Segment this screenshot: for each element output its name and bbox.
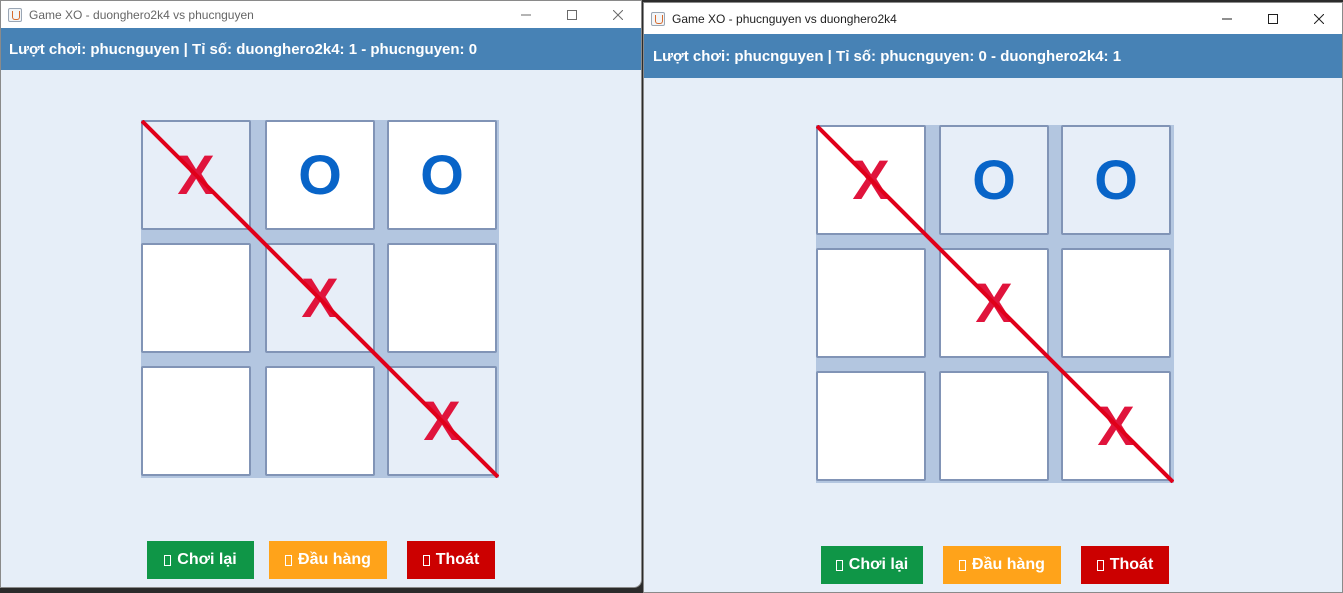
board-cell[interactable] [141, 366, 251, 476]
close-icon[interactable] [595, 1, 641, 28]
exit-label: Thoát [435, 551, 480, 568]
exit-button[interactable]: Thoát [407, 541, 495, 579]
missing-glyph-icon [1096, 559, 1104, 571]
board-cell[interactable]: X [816, 125, 926, 235]
turn-score-status: Lượt chơi: phucnguyen | Tỉ số: duonghero… [1, 28, 641, 70]
game-board: X O O X X [141, 120, 499, 478]
missing-glyph-icon [959, 559, 967, 571]
game-window-right: Game XO - phucnguyen vs duonghero2k4 Lượ… [643, 2, 1343, 593]
board-cell[interactable]: X [1061, 371, 1171, 481]
board-cell[interactable] [141, 243, 251, 353]
exit-label: Thoát [1109, 556, 1154, 573]
board-cell[interactable]: O [1061, 125, 1171, 235]
title-bar[interactable]: Game XO - phucnguyen vs duonghero2k4 [644, 3, 1342, 34]
surrender-button[interactable]: Đầu hàng [943, 546, 1061, 584]
board-cell[interactable] [1061, 248, 1171, 358]
window-controls [1204, 3, 1342, 34]
window-title: Game XO - duonghero2k4 vs phucnguyen [29, 7, 254, 22]
missing-glyph-icon [285, 554, 293, 566]
turn-score-status: Lượt chơi: phucnguyen | Tỉ số: phucnguye… [644, 34, 1342, 78]
game-board: X O O X X [816, 125, 1174, 483]
board-cell[interactable]: O [939, 125, 1049, 235]
board-cell[interactable]: O [387, 120, 497, 230]
maximize-icon[interactable] [1250, 3, 1296, 34]
board-cell[interactable]: X [387, 366, 497, 476]
play-again-label: Chơi lại [177, 551, 237, 568]
title-bar[interactable]: Game XO - duonghero2k4 vs phucnguyen [1, 1, 641, 28]
play-again-button[interactable]: Chơi lại [821, 546, 923, 584]
board-cell[interactable] [265, 366, 375, 476]
board-cell[interactable]: X [265, 243, 375, 353]
surrender-label: Đầu hàng [972, 556, 1045, 573]
play-again-label: Chơi lại [848, 556, 909, 573]
play-again-button[interactable]: Chơi lại [147, 541, 254, 579]
close-icon[interactable] [1296, 3, 1342, 34]
board-cell[interactable] [816, 248, 926, 358]
game-window-left: Game XO - duonghero2k4 vs phucnguyen Lượ… [0, 0, 642, 588]
window-controls [503, 1, 641, 28]
surrender-button[interactable]: Đầu hàng [269, 541, 387, 579]
java-icon [8, 7, 22, 22]
board-cell[interactable] [939, 371, 1049, 481]
window-title: Game XO - phucnguyen vs duonghero2k4 [672, 11, 897, 26]
missing-glyph-icon [422, 554, 430, 566]
java-icon [651, 11, 665, 26]
missing-glyph-icon [164, 554, 172, 566]
minimize-icon[interactable] [503, 1, 549, 28]
board-cell[interactable]: X [939, 248, 1049, 358]
board-cell[interactable]: O [265, 120, 375, 230]
surrender-label: Đầu hàng [298, 551, 371, 568]
board-cell[interactable] [387, 243, 497, 353]
board-cell[interactable] [816, 371, 926, 481]
maximize-icon[interactable] [549, 1, 595, 28]
minimize-icon[interactable] [1204, 3, 1250, 34]
missing-glyph-icon [835, 559, 843, 571]
exit-button[interactable]: Thoát [1081, 546, 1169, 584]
board-cell[interactable]: X [141, 120, 251, 230]
